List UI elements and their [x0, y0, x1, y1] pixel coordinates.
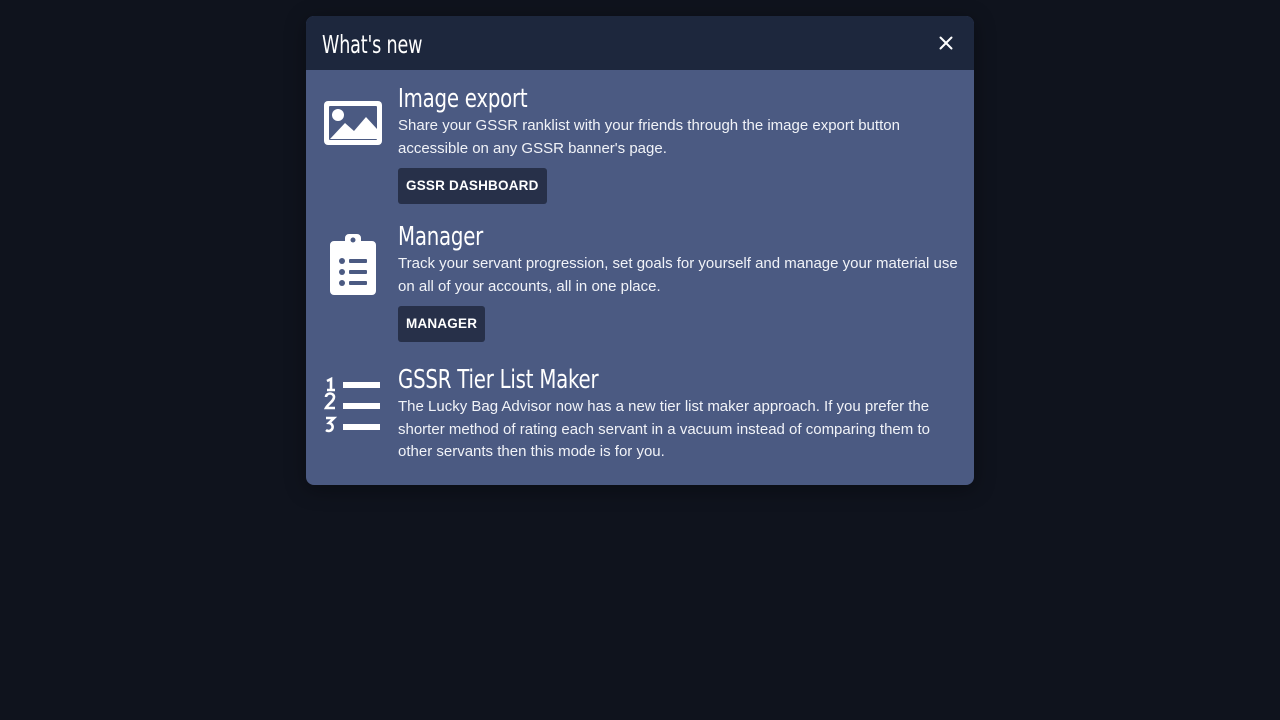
news-description: Track your servant progression, set goal…	[398, 255, 958, 295]
gssr-dashboard-button[interactable]: GSSR DASHBOARD	[398, 168, 547, 204]
news-item-image-export: Image export Share your GSSR ranklist wi…	[322, 84, 958, 222]
clipboard-list-icon	[322, 234, 384, 296]
news-description: Share your GSSR ranklist with your frien…	[398, 117, 900, 157]
close-icon	[939, 36, 953, 50]
modal-body: Image export Share your GSSR ranklist wi…	[306, 70, 974, 485]
close-button[interactable]	[932, 29, 960, 57]
news-item-tier-list-maker: GSSR Tier List Maker The Lucky Bag Advis…	[322, 365, 958, 485]
news-title: Manager	[398, 222, 484, 252]
manager-button[interactable]: MANAGER	[398, 306, 486, 342]
news-description: The Lucky Bag Advisor now has a new tier…	[398, 398, 930, 460]
numbered-list-icon	[322, 377, 384, 439]
news-title: GSSR Tier List Maker	[398, 365, 599, 395]
whats-new-modal: What's new Image export Share your GSSR …	[306, 16, 974, 485]
image-icon	[322, 100, 384, 146]
news-title: Image export	[398, 84, 528, 114]
modal-title: What's new	[322, 29, 423, 59]
news-item-manager: Manager Track your servant progression, …	[322, 222, 958, 365]
modal-header: What's new	[306, 16, 974, 70]
